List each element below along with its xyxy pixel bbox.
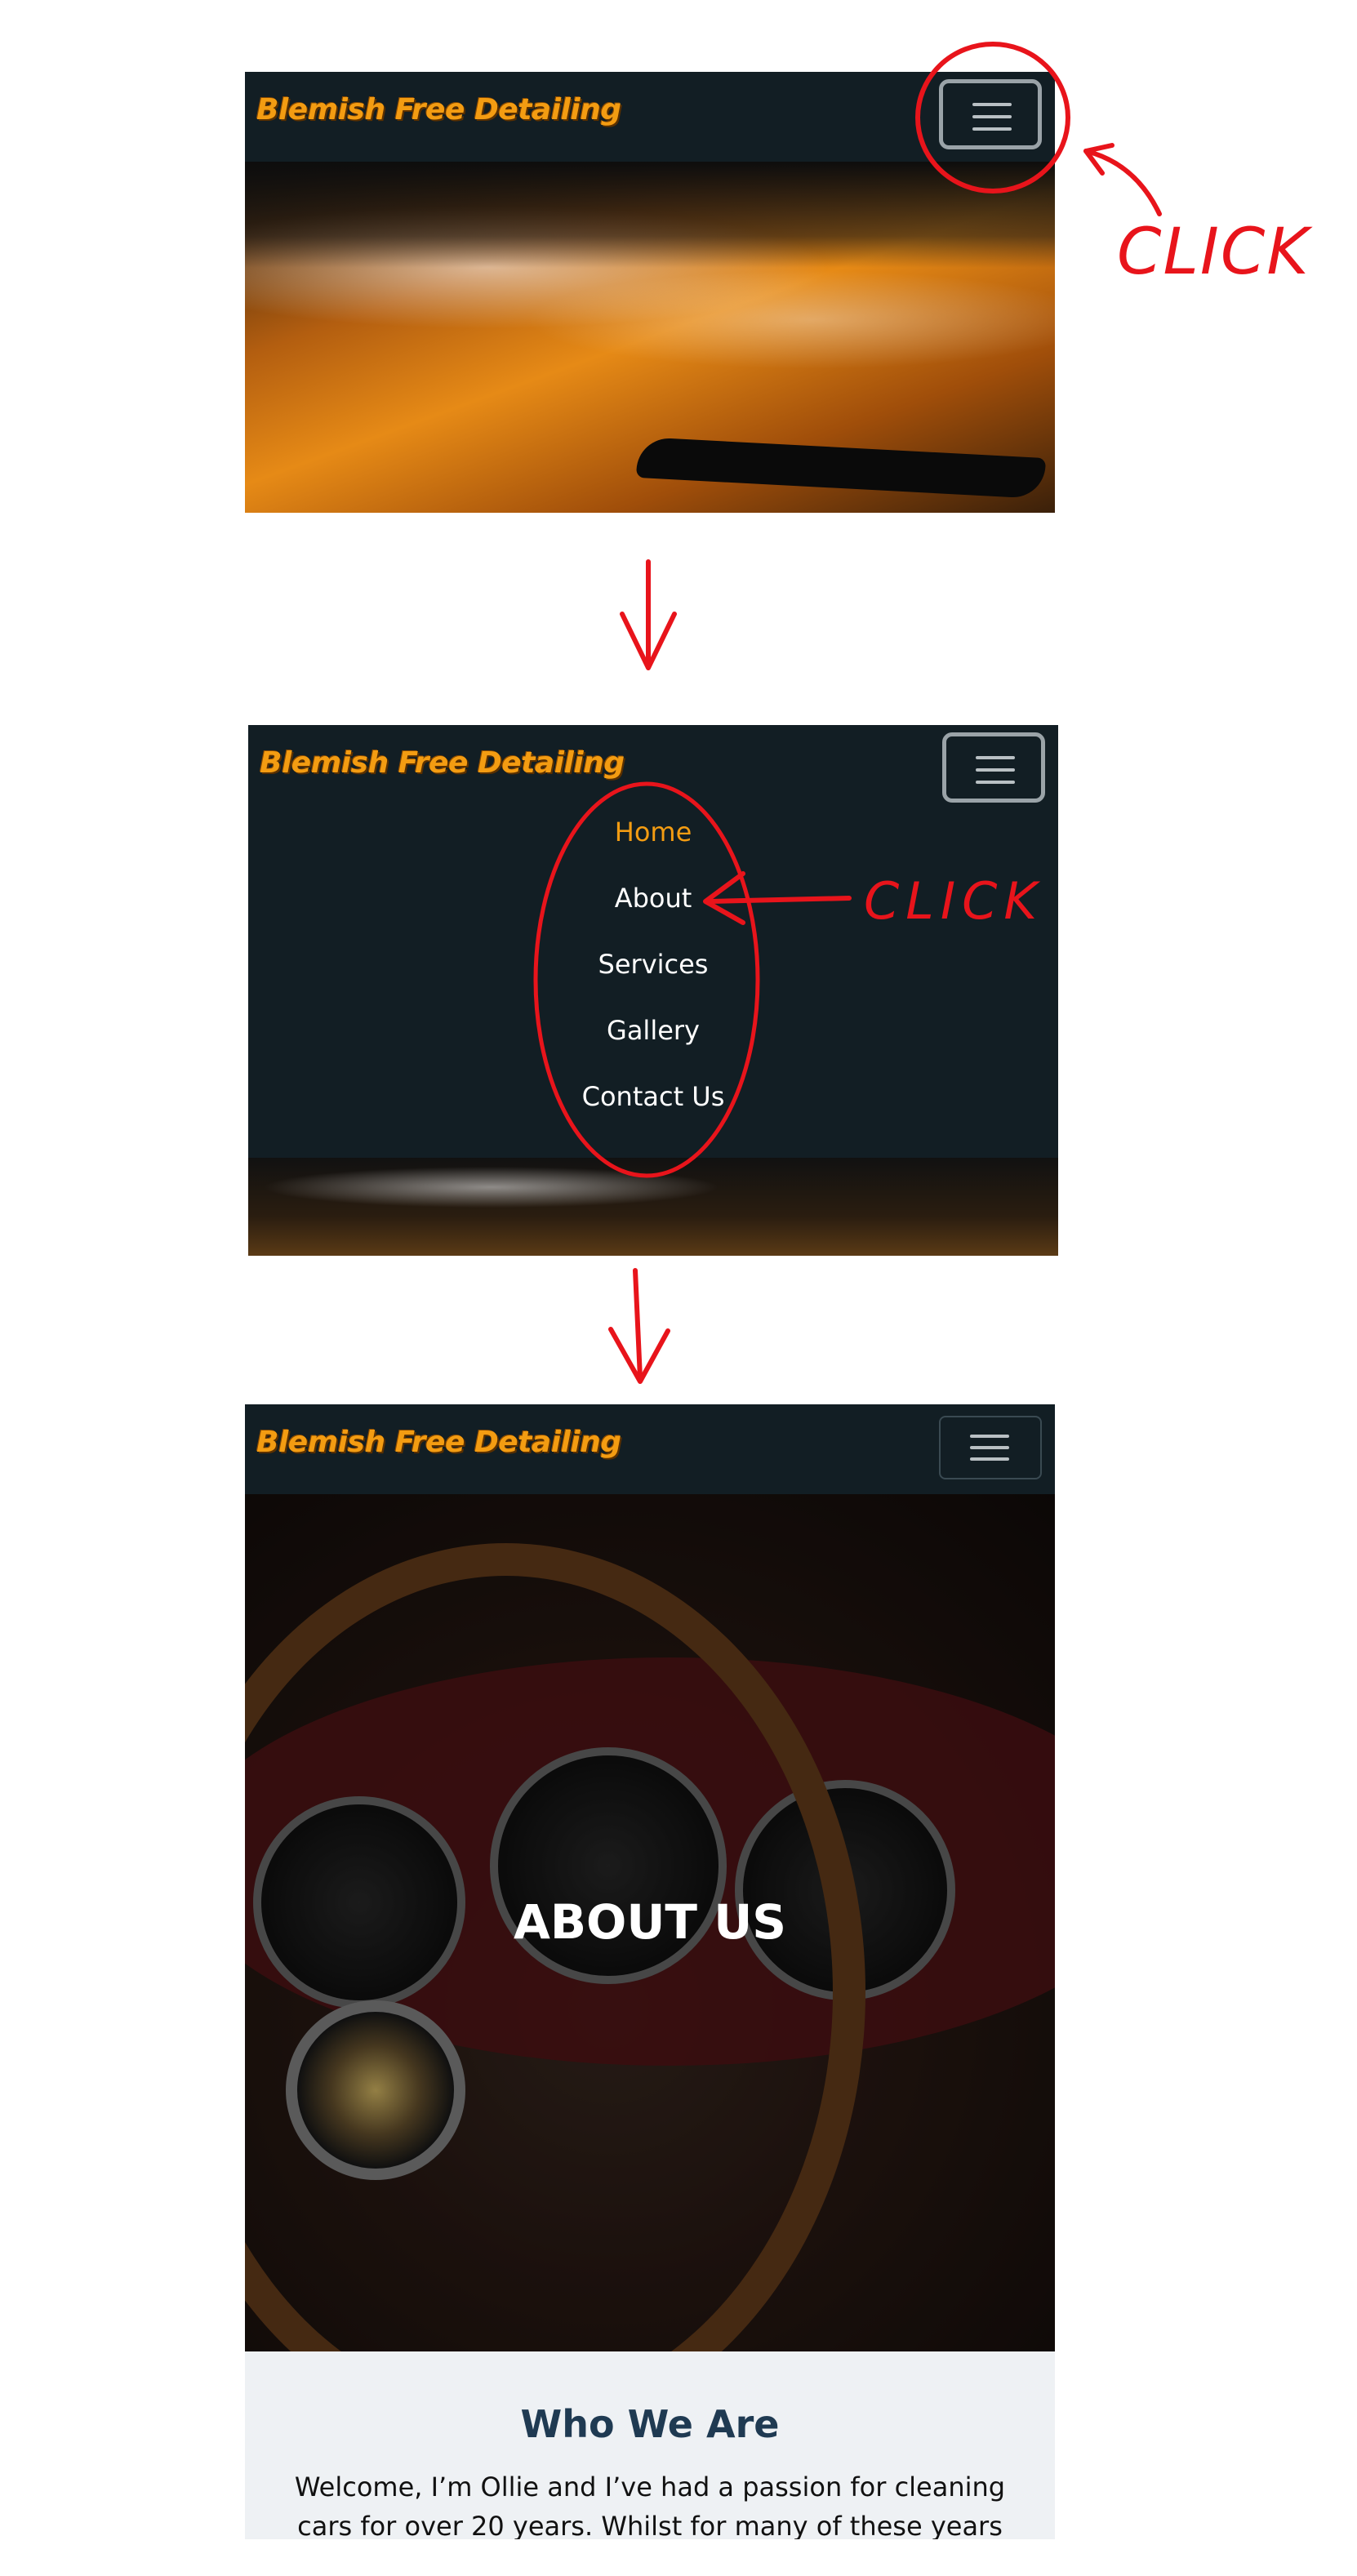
arrow-down-icon [608,1268,670,1384]
annotation-layer: CLICK CLICK [533,42,1313,1384]
arrow-down-icon [620,559,677,670]
menu-highlight-ellipse [533,781,760,1178]
click-label: CLICK [864,871,1043,931]
curved-arrow-icon [1083,149,1162,216]
arrow-left-icon [708,896,852,904]
click-highlight-circle [915,42,1070,194]
click-label: CLICK [1117,216,1313,289]
